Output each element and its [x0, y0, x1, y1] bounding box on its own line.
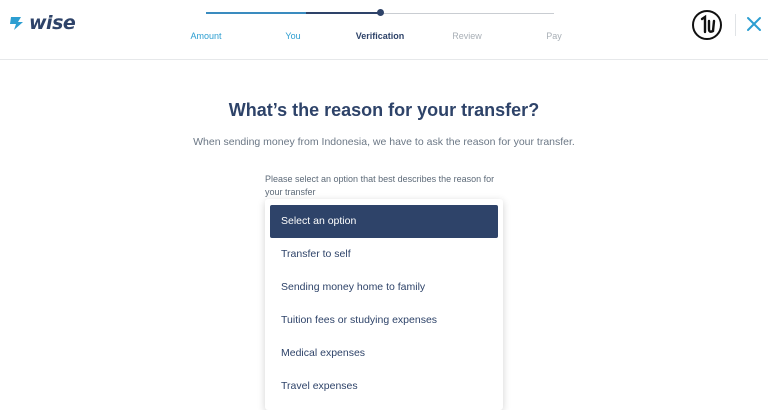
header-divider	[735, 14, 736, 36]
stepper-current-dot	[377, 9, 384, 16]
option-transfer-to-self[interactable]: Transfer to self	[270, 238, 498, 271]
transfer-reason-dropdown[interactable]: Select an option Transfer to self Sendin…	[265, 199, 503, 410]
stepper-track-complete	[206, 12, 306, 14]
option-travel-expenses[interactable]: Travel expenses	[270, 370, 498, 403]
user-avatar-icon[interactable]	[692, 10, 722, 40]
step-verification: Verification	[355, 31, 405, 41]
page-title: What’s the reason for your transfer?	[228, 100, 540, 120]
stepper-track-current	[306, 12, 380, 14]
wise-logo[interactable]: wise	[8, 12, 76, 34]
page-subtitle: When sending money from Indonesia, we ha…	[193, 136, 575, 148]
logo-wordmark: wise	[29, 12, 76, 34]
step-pay: Pay	[546, 31, 562, 41]
select-prompt-label: Please select an option that best descri…	[265, 174, 495, 197]
option-tuition-fees[interactable]: Tuition fees or studying expenses	[270, 304, 498, 337]
progress-stepper: Amount You Verification Review Pay	[180, 8, 580, 48]
step-you[interactable]: You	[253, 31, 333, 41]
wise-flag-icon	[10, 17, 23, 30]
close-icon[interactable]	[744, 14, 764, 34]
step-amount[interactable]: Amount	[166, 31, 246, 41]
step-review: Review	[452, 31, 482, 41]
top-header: wise Amount You Verification Review Pay	[0, 0, 768, 60]
option-select-an-option[interactable]: Select an option	[270, 205, 498, 238]
option-medical-expenses[interactable]: Medical expenses	[270, 337, 498, 370]
option-sending-money-home[interactable]: Sending money home to family	[270, 271, 498, 304]
